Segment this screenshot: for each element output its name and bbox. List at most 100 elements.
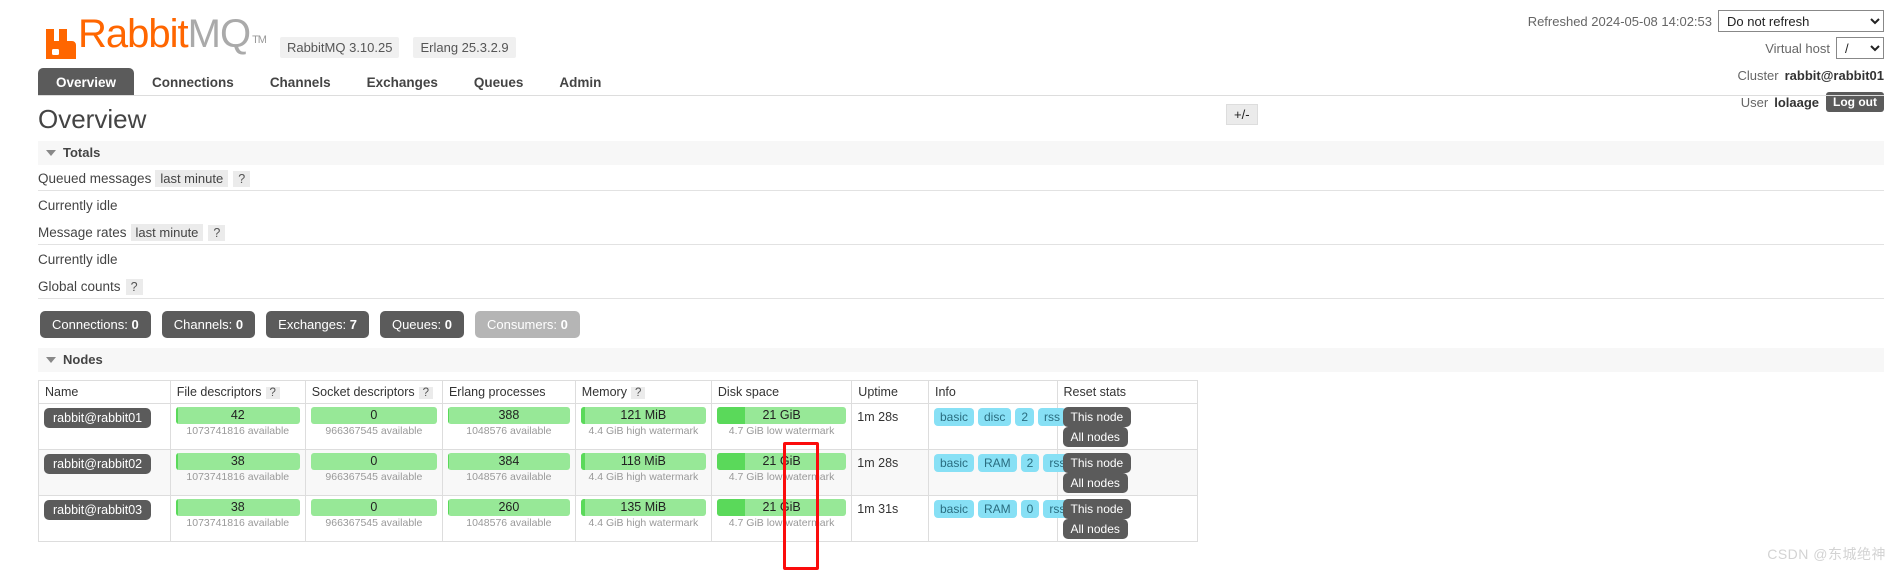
- info-tag-stats-count[interactable]: 2: [1015, 408, 1035, 426]
- table-row: rabbit@rabbit03 38 1073741816 available …: [38, 495, 1199, 542]
- memory-note: 4.4 GiB high watermark: [588, 517, 699, 529]
- disk-space-bar: 21 GiB: [716, 499, 847, 516]
- vhost-select[interactable]: /: [1836, 37, 1884, 59]
- info-tag-basic[interactable]: basic: [933, 454, 974, 472]
- count-label-connections: Connections:: [52, 317, 128, 332]
- disk-space-bar: 21 GiB: [716, 407, 847, 424]
- col-label-reset-stats: Reset stats: [1063, 385, 1127, 399]
- message-rates-help-icon[interactable]: ?: [208, 225, 226, 241]
- reset-stats-this-node-button[interactable]: This node: [1062, 499, 1132, 519]
- queued-messages-label: Queued messages: [38, 171, 152, 186]
- chevron-down-icon[interactable]: [46, 357, 56, 363]
- cell-reset-stats: This nodeAll nodes: [1056, 449, 1199, 496]
- info-tag-stats-count[interactable]: 0: [1020, 500, 1040, 518]
- col-header-disk-space[interactable]: Disk space: [710, 380, 853, 404]
- file-descriptors-help-icon[interactable]: ?: [265, 387, 280, 399]
- col-header-socket-descriptors[interactable]: Socket descriptors?: [304, 380, 443, 404]
- col-header-file-descriptors[interactable]: File descriptors?: [169, 380, 306, 404]
- col-header-info[interactable]: Info: [927, 380, 1058, 404]
- nodes-section-header[interactable]: Nodes: [38, 348, 1884, 372]
- global-counts-row: Global counts?: [38, 273, 1884, 299]
- cell-info: basic RAM 2 rss: [927, 449, 1072, 496]
- cell-info: basic disc 2 rss: [927, 403, 1067, 450]
- info-tag-node-type[interactable]: disc: [978, 408, 1012, 426]
- socket-descriptors-bar: 0: [310, 407, 437, 424]
- reset-stats-all-nodes-button[interactable]: All nodes: [1062, 473, 1128, 493]
- reset-stats-all-nodes-button[interactable]: All nodes: [1062, 427, 1128, 447]
- reset-stats-all-nodes-button[interactable]: All nodes: [1062, 519, 1128, 539]
- count-badge-exchanges[interactable]: Exchanges: 7: [266, 311, 369, 338]
- count-badge-consumers[interactable]: Consumers: 0: [474, 311, 580, 338]
- queued-messages-help-icon[interactable]: ?: [233, 171, 251, 187]
- file-descriptors-value: 38: [230, 454, 245, 468]
- col-header-reset-stats[interactable]: Reset stats: [1056, 380, 1199, 404]
- cell-disk-space: 21 GiB 4.7 GiB low watermark: [710, 495, 853, 542]
- tab-channels[interactable]: Channels: [252, 68, 349, 95]
- tab-connections[interactable]: Connections: [134, 68, 252, 95]
- col-label-name: Name: [45, 385, 79, 399]
- main-content: Overview Totals Queued messages last minu…: [38, 104, 1884, 542]
- info-tag-node-type[interactable]: RAM: [978, 500, 1017, 518]
- memory-value: 118 MiB: [620, 454, 666, 468]
- cell-info: basic RAM 0 rss: [927, 495, 1072, 542]
- page-header: RabbitMQ TM RabbitMQ 3.10.25 Erlang 25.3.…: [0, 0, 1902, 112]
- col-header-memory[interactable]: Memory?: [574, 380, 712, 404]
- col-header-erlang-processes[interactable]: Erlang processes: [441, 380, 576, 404]
- reset-stats-this-node-button[interactable]: This node: [1062, 407, 1132, 427]
- col-header-name[interactable]: Name: [38, 380, 171, 404]
- nodes-table-header-row: Name File descriptors? Socket descriptor…: [38, 380, 1199, 404]
- file-descriptors-value: 42: [230, 408, 245, 422]
- uptime-value: 1m 28s: [857, 456, 899, 470]
- disk-space-bar: 21 GiB: [716, 453, 847, 470]
- tab-overview[interactable]: Overview: [38, 68, 135, 95]
- chevron-down-icon[interactable]: [46, 150, 56, 156]
- rabbitmq-logo-icon: [46, 25, 76, 64]
- file-descriptors-value: 38: [230, 500, 245, 514]
- cell-uptime: 1m 28s: [851, 403, 929, 450]
- tab-admin[interactable]: Admin: [541, 68, 619, 95]
- cell-reset-stats: This nodeAll nodes: [1056, 403, 1199, 450]
- memory-bar: 135 MiB: [580, 499, 706, 516]
- cell-disk-space: 21 GiB 4.7 GiB low watermark: [710, 449, 853, 496]
- count-badge-queues[interactable]: Queues: 0: [379, 311, 464, 338]
- col-header-uptime[interactable]: Uptime: [851, 380, 929, 404]
- info-tag-node-type[interactable]: RAM: [978, 454, 1017, 472]
- queued-messages-period[interactable]: last minute: [155, 170, 229, 187]
- cell-file-descriptors: 38 1073741816 available: [169, 495, 306, 542]
- count-badge-connections[interactable]: Connections: 0: [40, 311, 151, 338]
- info-tag-rss[interactable]: rss: [1038, 408, 1067, 426]
- cell-disk-space: 21 GiB 4.7 GiB low watermark: [710, 403, 853, 450]
- info-tag-basic[interactable]: basic: [933, 408, 974, 426]
- node-name-link[interactable]: rabbit@rabbit02: [44, 454, 152, 474]
- nodes-table-wrapper: Name File descriptors? Socket descriptor…: [38, 104, 1884, 542]
- count-badge-channels[interactable]: Channels: 0: [161, 311, 256, 338]
- message-rates-label: Message rates: [38, 225, 127, 240]
- brand-logo[interactable]: RabbitMQ TM RabbitMQ 3.10.25 Erlang 25.3.…: [46, 14, 516, 64]
- totals-section-label: Totals: [63, 145, 101, 160]
- col-label-disk-space: Disk space: [717, 385, 780, 399]
- tab-queues[interactable]: Queues: [456, 68, 542, 95]
- erlang-processes-value: 388: [498, 408, 520, 422]
- cell-erlang-processes: 260 1048576 available: [441, 495, 576, 542]
- erlang-processes-note: 1048576 available: [466, 517, 552, 529]
- col-label-file-descriptors: File descriptors: [176, 385, 262, 399]
- queued-messages-row: Queued messages last minute?: [38, 165, 1884, 191]
- erlang-processes-note: 1048576 available: [466, 425, 552, 437]
- node-name-link[interactable]: rabbit@rabbit01: [44, 408, 152, 428]
- totals-section-header[interactable]: Totals: [38, 141, 1884, 165]
- csdn-watermark: CSDN @东城绝神: [1767, 546, 1886, 562]
- node-name-link[interactable]: rabbit@rabbit03: [44, 500, 152, 520]
- global-counts-help-icon[interactable]: ?: [125, 279, 143, 295]
- message-rates-period[interactable]: last minute: [130, 224, 204, 241]
- socket-descriptors-value: 0: [370, 408, 378, 422]
- reset-stats-this-node-button[interactable]: This node: [1062, 453, 1132, 473]
- refresh-interval-select[interactable]: Do not refresh: [1718, 10, 1884, 32]
- cell-reset-stats: This nodeAll nodes: [1056, 495, 1199, 542]
- toggle-columns-button[interactable]: +/-: [1226, 104, 1258, 125]
- info-tag-basic[interactable]: basic: [933, 500, 974, 518]
- info-tag-stats-count[interactable]: 2: [1020, 454, 1040, 472]
- disk-space-note: 4.7 GiB low watermark: [728, 517, 835, 529]
- tab-exchanges[interactable]: Exchanges: [349, 68, 456, 95]
- socket-descriptors-help-icon[interactable]: ?: [418, 387, 434, 399]
- memory-help-icon[interactable]: ?: [630, 387, 646, 399]
